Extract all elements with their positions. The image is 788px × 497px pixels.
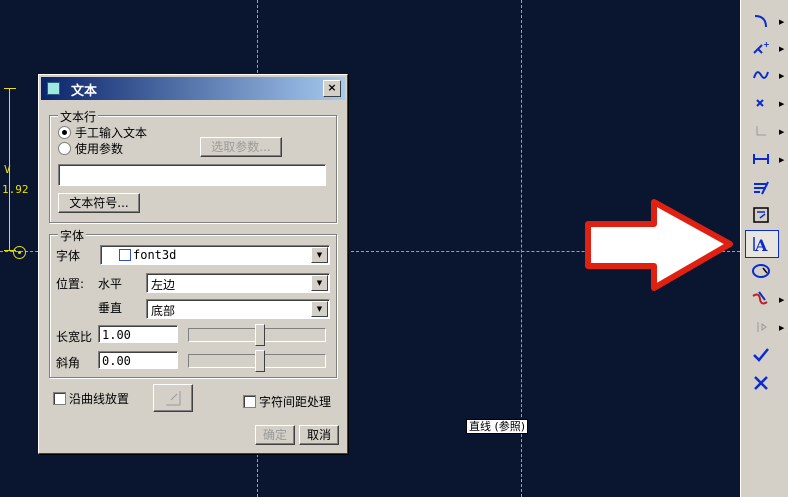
chevron-down-icon[interactable]: ▼ bbox=[311, 301, 328, 317]
font-label: 字体 bbox=[56, 249, 81, 263]
radio-circle[interactable] bbox=[58, 142, 71, 155]
dimension-label: V bbox=[4, 163, 11, 176]
slant-angle-label: 斜角 bbox=[56, 356, 81, 370]
dimension-cap bbox=[4, 88, 16, 89]
cross-point-icon[interactable]: ▶ bbox=[745, 90, 784, 116]
text-input[interactable] bbox=[58, 164, 326, 186]
constraint-icon[interactable] bbox=[745, 174, 777, 200]
chevron-down-icon[interactable]: ▼ bbox=[311, 275, 328, 291]
slant-angle-slider[interactable] bbox=[188, 350, 326, 372]
trim-icon[interactable]: ▶ bbox=[745, 286, 784, 312]
pointer-arrow-icon bbox=[585, 199, 733, 291]
text-symbol-button[interactable]: 文本符号... bbox=[58, 193, 140, 213]
font-file-icon bbox=[119, 249, 131, 261]
dimension-value[interactable]: 1.92 bbox=[2, 183, 29, 196]
origin-point-icon bbox=[13, 246, 26, 259]
radio-use-parameter[interactable]: 使用参数 bbox=[58, 140, 123, 157]
group-label: 文本行 bbox=[58, 108, 99, 125]
position-label: 位置: bbox=[56, 277, 85, 291]
vertical-select-value: 底部 bbox=[151, 304, 176, 318]
horizontal-select[interactable]: 左边 ▼ bbox=[146, 273, 330, 293]
horizontal-select-value: 左边 bbox=[151, 278, 176, 292]
chevron-down-icon[interactable]: ▼ bbox=[311, 247, 328, 263]
dialog-app-icon bbox=[47, 82, 60, 95]
svg-text:+: + bbox=[763, 40, 770, 49]
corner-icon[interactable]: ▶ bbox=[745, 118, 784, 144]
flip-direction-icon bbox=[166, 391, 181, 406]
slant-angle-input[interactable]: 0.00 bbox=[98, 351, 178, 369]
font-group: 字体 字体 font3d ▼ 位置: 水平 左边 ▼ 垂直 底部 ▼ 长宽比 1… bbox=[49, 227, 337, 378]
dialog-title: 文本 bbox=[71, 84, 98, 99]
vertical-select[interactable]: 底部 ▼ bbox=[146, 299, 330, 319]
palette-icon[interactable] bbox=[745, 202, 777, 228]
aspect-ratio-slider[interactable] bbox=[188, 324, 326, 346]
mirror-icon[interactable]: ▶ bbox=[745, 314, 784, 340]
arc-icon[interactable]: ▶ bbox=[745, 8, 784, 34]
aspect-ratio-input[interactable]: 1.00 bbox=[98, 325, 178, 343]
horizontal-label: 水平 bbox=[98, 277, 123, 291]
text-icon[interactable]: A bbox=[745, 230, 779, 258]
kerning-checkbox[interactable] bbox=[243, 395, 256, 408]
along-curve-label: 沿曲线放置 bbox=[69, 392, 130, 406]
close-button[interactable]: × bbox=[323, 80, 341, 97]
radio-label: 使用参数 bbox=[75, 142, 124, 156]
text-dialog: 文本 × 文本行 手工输入文本 使用参数 选取参数... 文本符号... 字体 … bbox=[38, 74, 348, 454]
select-parameter-button[interactable]: 选取参数... bbox=[200, 137, 282, 157]
ok-button[interactable]: 确定 bbox=[255, 425, 295, 445]
curve-flip-button[interactable] bbox=[153, 384, 193, 412]
reference-tooltip: 直线 (参照) bbox=[466, 419, 529, 434]
quit-x-icon[interactable] bbox=[745, 370, 777, 396]
along-curve-checkbox[interactable] bbox=[53, 392, 66, 405]
vertical-label: 垂直 bbox=[98, 301, 123, 315]
font-select[interactable]: font3d ▼ bbox=[100, 245, 330, 265]
svg-text:A: A bbox=[754, 236, 768, 253]
cancel-button[interactable]: 取消 bbox=[299, 425, 339, 445]
sketch-toolbar: ▶ + ▶ ▶ ▶ ▶ ▶ A ▶ ▶ bbox=[740, 0, 788, 497]
dimension-icon[interactable]: ▶ bbox=[745, 146, 784, 172]
dialog-titlebar[interactable]: 文本 × bbox=[41, 77, 345, 100]
spline-icon[interactable]: ▶ bbox=[745, 62, 784, 88]
sketch-edit-icon[interactable] bbox=[745, 258, 777, 284]
slider-thumb[interactable] bbox=[255, 324, 265, 346]
slider-thumb[interactable] bbox=[255, 350, 265, 372]
group-label: 字体 bbox=[58, 227, 87, 244]
point-icon[interactable]: + ▶ bbox=[745, 35, 784, 61]
radio-manual-text[interactable]: 手工输入文本 bbox=[58, 124, 147, 141]
kerning-label: 字符间距处理 bbox=[259, 395, 332, 409]
radio-circle[interactable] bbox=[58, 126, 71, 139]
aspect-ratio-label: 长宽比 bbox=[56, 330, 93, 344]
text-line-group: 文本行 手工输入文本 使用参数 选取参数... 文本符号... bbox=[49, 108, 337, 223]
done-check-icon[interactable] bbox=[745, 342, 777, 368]
radio-label: 手工输入文本 bbox=[75, 126, 148, 140]
font-select-value: font3d bbox=[133, 248, 177, 262]
